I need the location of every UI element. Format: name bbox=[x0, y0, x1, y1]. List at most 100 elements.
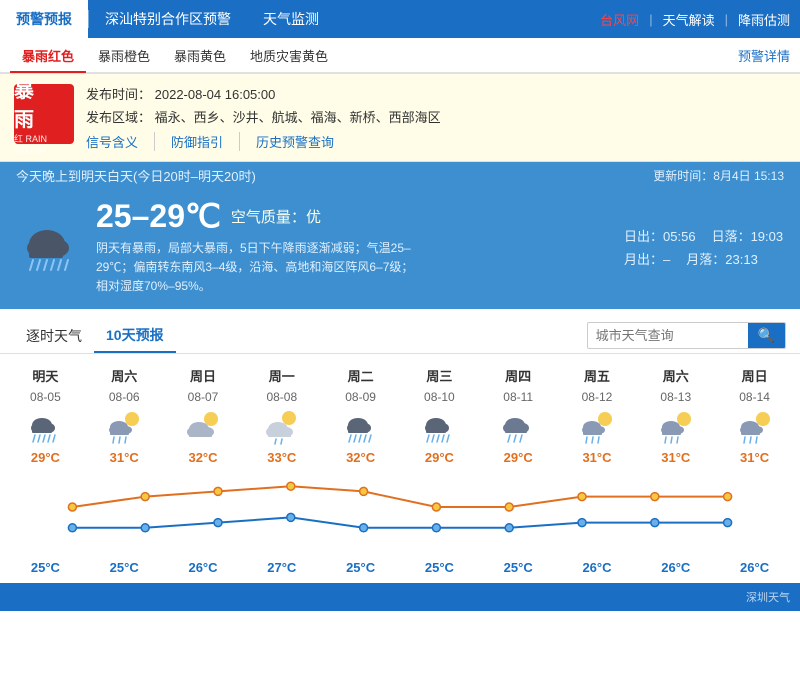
forecast-low-1: 25°C bbox=[85, 558, 164, 577]
forecast-date-3: 08-08 bbox=[242, 387, 321, 406]
forecast-search-input[interactable] bbox=[588, 324, 748, 347]
today-sun-moon: 日出：05:56 日落：19:03 月出：– 月落：23:13 bbox=[624, 226, 784, 268]
forecast-date-4: 08-09 bbox=[321, 387, 400, 406]
forecast-icon-4 bbox=[321, 406, 400, 448]
forecast-day-5: 周三 bbox=[400, 364, 479, 387]
alert-tab-orange[interactable]: 暴雨橙色 bbox=[86, 38, 162, 72]
sunset-label: 日落：19:03 bbox=[712, 226, 784, 245]
today-weather-section: 25–29℃ 空气质量：优 阴天有暴雨，局部大暴雨，5日下午降雨逐渐减弱；气温2… bbox=[0, 185, 800, 309]
forecast-date-8: 08-13 bbox=[636, 387, 715, 406]
forecast-high-1: 31°C bbox=[85, 448, 164, 467]
nav-link-weather-read[interactable]: 天气解读 bbox=[653, 10, 725, 29]
forecast-search-button[interactable]: 🔍 bbox=[748, 323, 785, 348]
forecast-low-6: 25°C bbox=[479, 558, 558, 577]
today-weather-icon bbox=[16, 212, 86, 282]
alert-tabs: 暴雨红色 暴雨橙色 暴雨黄色 地质灾害黄色 预警详情 bbox=[0, 38, 800, 74]
today-temp-info: 25–29℃ 空气质量：优 阴天有暴雨，局部大暴雨，5日下午降雨逐渐减弱；气温2… bbox=[96, 197, 624, 297]
moonrise-label: 月出：– bbox=[624, 249, 670, 268]
forecast-day-row: 明天周六周日周一周二周三周四周五周六周日 bbox=[6, 364, 794, 387]
forecast-high-7: 31°C bbox=[558, 448, 637, 467]
alert-tab-red[interactable]: 暴雨红色 bbox=[10, 39, 86, 73]
forecast-day-0: 明天 bbox=[6, 364, 85, 387]
forecast-icon-3 bbox=[242, 406, 321, 448]
today-temp: 25–29℃ bbox=[96, 197, 221, 235]
forecast-high-2: 32°C bbox=[164, 448, 243, 467]
alert-area: 发布区域： 福永、西乡、沙井、航城、福海、新桥、西部海区 bbox=[86, 107, 786, 126]
forecast-high-5: 29°C bbox=[400, 448, 479, 467]
alert-tab-yellow[interactable]: 暴雨黄色 bbox=[162, 38, 238, 72]
moonset-label: 月落：23:13 bbox=[686, 249, 758, 268]
forecast-icon-9 bbox=[715, 406, 794, 448]
forecast-icon-0 bbox=[6, 406, 85, 448]
forecast-day-4: 周二 bbox=[321, 364, 400, 387]
today-moonrise-moonset: 月出：– 月落：23:13 bbox=[624, 249, 784, 268]
forecast-icon-row bbox=[6, 406, 794, 448]
forecast-date-6: 08-11 bbox=[479, 387, 558, 406]
alert-publish-time: 发布时间： 2022-08-04 16:05:00 bbox=[86, 84, 786, 103]
forecast-table: 明天周六周日周一周二周三周四周五周六周日 08-0508-0608-0708-0… bbox=[0, 354, 800, 467]
today-sunrise-sunset: 日出：05:56 日落：19:03 bbox=[624, 226, 784, 245]
nav-item-warning[interactable]: 预警预报 bbox=[0, 0, 88, 38]
forecast-date-7: 08-12 bbox=[558, 387, 637, 406]
forecast-search: 🔍 bbox=[587, 322, 786, 349]
forecast-high-row: 29°C31°C32°C33°C32°C29°C29°C31°C31°C31°C bbox=[6, 448, 794, 467]
forecast-day-1: 周六 bbox=[85, 364, 164, 387]
today-title: 今天晚上到明天白天(今日20时–明天20时) bbox=[16, 166, 256, 185]
forecast-high-9: 31°C bbox=[715, 448, 794, 467]
today-quality: 空气质量：优 bbox=[231, 206, 321, 227]
nav-item-shenzhen-shan[interactable]: 深汕特别合作区预警 bbox=[89, 0, 247, 38]
forecast-low-4: 25°C bbox=[321, 558, 400, 577]
alert-links: 信号含义 防御指引 历史预警查询 bbox=[86, 132, 786, 151]
forecast-high-8: 31°C bbox=[636, 448, 715, 467]
forecast-date-5: 08-10 bbox=[400, 387, 479, 406]
alert-icon: 暴 雨 红 RAIN STORM bbox=[14, 84, 74, 144]
nav-item-weather-monitor[interactable]: 天气监测 bbox=[247, 0, 335, 38]
alert-link-guide[interactable]: 防御指引 bbox=[171, 132, 240, 151]
forecast-low-3: 27°C bbox=[242, 558, 321, 577]
forecast-icon-6 bbox=[479, 406, 558, 448]
forecast-icon-7 bbox=[558, 406, 637, 448]
forecast-icon-2 bbox=[164, 406, 243, 448]
forecast-section: 明天周六周日周一周二周三周四周五周六周日 08-0508-0608-0708-0… bbox=[0, 354, 800, 583]
nav-link-rainfall[interactable]: 降雨估测 bbox=[728, 10, 800, 29]
alert-tab-geo[interactable]: 地质灾害黄色 bbox=[238, 38, 340, 72]
forecast-icon-5 bbox=[400, 406, 479, 448]
forecast-tab-hourly[interactable]: 逐时天气 bbox=[14, 320, 94, 352]
alert-link-meaning[interactable]: 信号含义 bbox=[86, 132, 155, 151]
alert-icon-text: 暴 雨 红 RAIN STORM bbox=[14, 74, 74, 155]
forecast-low-7: 26°C bbox=[558, 558, 637, 577]
forecast-low-table: 25°C25°C26°C27°C25°C25°C25°C26°C26°C26°C bbox=[0, 558, 800, 583]
forecast-high-4: 32°C bbox=[321, 448, 400, 467]
nav-link-typhoon[interactable]: 台风网 bbox=[590, 10, 649, 29]
forecast-date-2: 08-07 bbox=[164, 387, 243, 406]
forecast-high-0: 29°C bbox=[6, 448, 85, 467]
forecast-low-2: 26°C bbox=[164, 558, 243, 577]
forecast-low-0: 25°C bbox=[6, 558, 85, 577]
bottom-bar: 深圳天气 bbox=[0, 583, 800, 611]
sunrise-label: 日出：05:56 bbox=[624, 226, 696, 245]
forecast-date-row: 08-0508-0608-0708-0808-0908-1008-1108-12… bbox=[6, 387, 794, 406]
alert-content-box: 暴 雨 红 RAIN STORM 发布时间： 2022-08-04 16:05:… bbox=[0, 74, 800, 162]
forecast-low-5: 25°C bbox=[400, 558, 479, 577]
forecast-day-7: 周五 bbox=[558, 364, 637, 387]
forecast-low-9: 26°C bbox=[715, 558, 794, 577]
forecast-header: 逐时天气 10天预报 🔍 bbox=[0, 309, 800, 354]
forecast-date-0: 08-05 bbox=[6, 387, 85, 406]
forecast-day-2: 周日 bbox=[164, 364, 243, 387]
alert-detail-link[interactable]: 预警详情 bbox=[738, 46, 790, 65]
forecast-day-3: 周一 bbox=[242, 364, 321, 387]
forecast-date-9: 08-14 bbox=[715, 387, 794, 406]
forecast-day-9: 周日 bbox=[715, 364, 794, 387]
forecast-tab-10day[interactable]: 10天预报 bbox=[94, 319, 176, 353]
today-weather-header: 今天晚上到明天白天(今日20时–明天20时) 更新时间：8月4日 15:13 bbox=[0, 162, 800, 185]
forecast-low-8: 26°C bbox=[636, 558, 715, 577]
forecast-high-3: 33°C bbox=[242, 448, 321, 467]
alert-link-history[interactable]: 历史预警查询 bbox=[256, 132, 350, 151]
today-desc: 阴天有暴雨，局部大暴雨，5日下午降雨逐渐减弱；气温25–29℃；偏南转东南风3–… bbox=[96, 239, 416, 297]
today-weather-left: 25–29℃ 空气质量：优 阴天有暴雨，局部大暴雨，5日下午降雨逐渐减弱；气温2… bbox=[16, 197, 624, 297]
forecast-day-6: 周四 bbox=[479, 364, 558, 387]
alert-info: 发布时间： 2022-08-04 16:05:00 发布区域： 福永、西乡、沙井… bbox=[86, 84, 786, 151]
nav-right-links: 台风网 | 天气解读 | 降雨估测 bbox=[590, 10, 800, 29]
temp-chart bbox=[0, 467, 800, 558]
forecast-day-8: 周六 bbox=[636, 364, 715, 387]
